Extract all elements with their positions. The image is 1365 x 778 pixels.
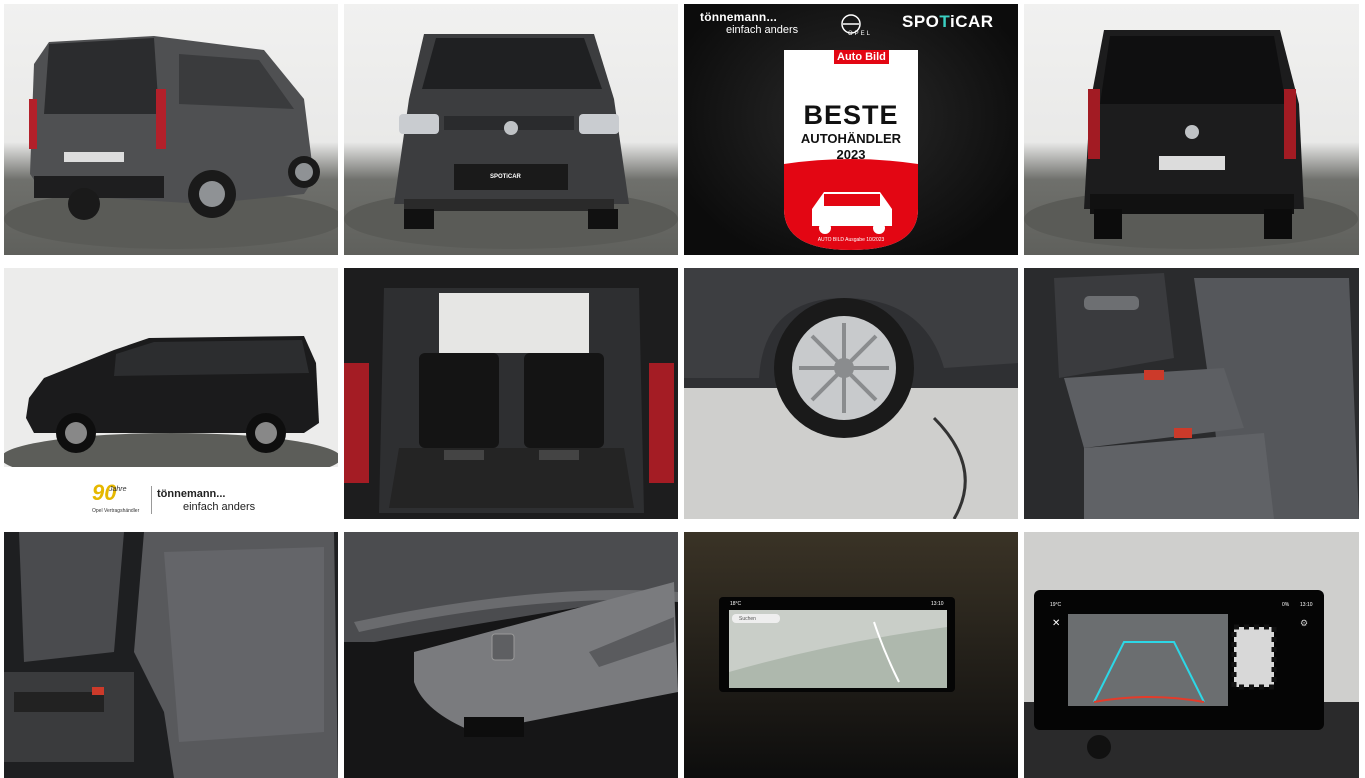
camera-time: 13:10: [1300, 602, 1313, 608]
badge-spoticar-logo: SPOTiCAR: [902, 12, 994, 32]
dealer-slogan: einfach anders: [183, 501, 256, 513]
photo-gallery: SPOTiCAR tönnemann... einfach anders OPE…: [0, 0, 1365, 778]
photo-front-seat[interactable]: [4, 532, 338, 778]
photo-dealer-badge[interactable]: tönnemann... einfach anders OPEL SPOTiCA…: [684, 4, 1018, 255]
photo-navigation-screen[interactable]: 18°C 13:10 Suchen: [684, 532, 1018, 778]
badge-dealer-slogan: einfach anders: [726, 24, 799, 36]
photo-rear[interactable]: [1024, 4, 1359, 255]
photo-trunk[interactable]: [344, 268, 678, 519]
rear-camera-screen-image: [1024, 532, 1359, 778]
dealer-partner: Opel Vertragshändler: [92, 508, 140, 514]
spoticar-right: iCAR: [949, 12, 994, 31]
badge-dealer-name: tönnemann...: [700, 10, 778, 24]
spoticar-t: T: [939, 12, 950, 31]
badge-opel-text: OPEL: [848, 31, 873, 37]
front-seat-image: [4, 532, 338, 778]
badge-footnote: AUTO BILD Ausgabe 10/2023: [817, 237, 885, 243]
badge-year: 2023: [836, 147, 866, 162]
front-plate-text: SPOTiCAR: [490, 174, 521, 180]
van-front-image: [344, 34, 678, 249]
photo-side[interactable]: 90 Jahre Opel Vertragshändler tönnemann.…: [4, 268, 338, 519]
spoticar-left: SPO: [902, 12, 940, 31]
navigation-screen-image: [684, 532, 1018, 778]
van-rear-three-quarter-image: [4, 36, 338, 249]
nav-time: 13:10: [931, 601, 944, 607]
photo-seat-control[interactable]: [344, 532, 678, 778]
dealer-90-years: 90: [92, 480, 117, 505]
camera-battery: 0%: [1282, 602, 1290, 608]
trunk-interior-image: [344, 268, 678, 519]
van-rear-image: [1024, 30, 1358, 249]
dealer-jahre: Jahre: [109, 486, 127, 493]
gear-icon[interactable]: ⚙: [1300, 618, 1308, 629]
camera-temp: 19°C: [1050, 602, 1062, 608]
dealer-separator: [151, 486, 152, 514]
photo-wheel[interactable]: [684, 268, 1018, 519]
badge-autohaendler: AUTOHÄNDLER: [800, 131, 902, 146]
photo-rear-seats[interactable]: [1024, 268, 1359, 519]
badge-auto-bild: Auto Bild: [834, 50, 889, 64]
dealer-name: tönnemann...: [157, 488, 226, 500]
seat-control-image: [344, 532, 678, 778]
badge-beste: BESTE: [803, 100, 899, 130]
close-icon[interactable]: ✕: [1052, 618, 1060, 629]
rear-seats-image: [1024, 268, 1359, 519]
nav-temp: 18°C: [730, 601, 742, 607]
photo-front[interactable]: SPOTiCAR: [344, 4, 678, 255]
wheel-closeup-image: [684, 268, 1018, 519]
photo-rear-three-quarter[interactable]: [4, 4, 338, 255]
nav-search-field: Suchen: [739, 616, 756, 622]
photo-rear-camera-screen[interactable]: 19°C 0% 13:10 ✕ ⚙: [1024, 532, 1359, 778]
